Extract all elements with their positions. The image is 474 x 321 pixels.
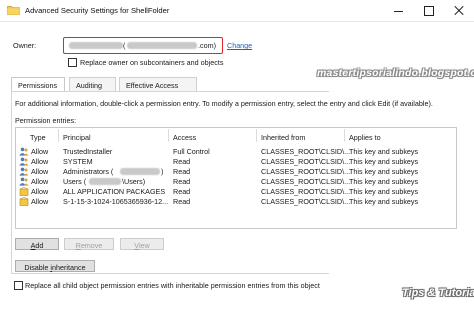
cell-access: Full Control [173,147,210,156]
owner-email-redacted [127,42,197,49]
cell-principal: TrustedInstaller [63,147,113,156]
column-separator[interactable] [168,129,169,142]
users-icon [19,147,29,156]
owner-label: Owner: [13,41,37,50]
tab-auditing[interactable]: Auditing [69,77,116,91]
cell-access: Read [173,197,191,206]
cell-inherited-from: CLASSES_ROOT\CLSID\... [261,187,351,196]
cell-inherited-from: CLASSES_ROOT\CLSID\... [261,197,351,206]
tab-effective-access[interactable]: Effective Access [119,77,197,91]
watermark-tips-tutorial: Tips & Tutorial [402,287,474,299]
cell-inherited-from: CLASSES_ROOT\CLSID\... [261,167,351,176]
cell-principal-suffix: \Users) [122,177,146,186]
cell-type: Allow [31,157,49,166]
package-icon [19,187,29,196]
permission-entries-label: Permission entries: [15,116,77,125]
close-button[interactable] [444,0,474,22]
cell-access: Read [173,177,191,186]
cell-inherited-from: CLASSES_ROOT\CLSID\... [261,177,351,186]
table-row[interactable]: Allow SYSTEM Read CLASSES_ROOT\CLSID\...… [17,157,455,167]
owner-name-redacted [69,42,123,49]
disable-inheritance-button[interactable]: Disable inheritance [15,260,95,272]
cell-type: Allow [31,197,49,206]
cell-applies-to: This key and subkeys [349,177,419,186]
cell-applies-to: This key and subkeys [349,167,419,176]
cell-access: Read [173,187,191,196]
cell-inherited-from: CLASSES_ROOT\CLSID\... [261,157,351,166]
cell-applies-to: This key and subkeys [349,197,419,206]
remove-label: emove [80,241,103,250]
cell-applies-to: This key and subkeys [349,147,419,156]
table-row[interactable]: Allow Administrators ( ) Read CLASSES_RO… [17,167,455,177]
disable-label-pre: Disable [24,263,51,272]
permission-entries-table[interactable]: Type Principal Access Inherited from App… [15,127,457,229]
cell-access: Read [173,157,191,166]
watermark-text: mastertipsorialindo.blogspot.com [317,67,474,79]
disable-label-rest: nheritance [52,263,86,272]
users-icon [19,167,29,176]
cell-principal: Users ( [63,177,87,186]
column-header-principal[interactable]: Principal [63,133,91,143]
package-icon [19,197,29,206]
replace-child-permissions-label: Replace all child object permission entr… [25,281,320,290]
table-row[interactable]: Allow ALL APPLICATION PACKAGES Read CLAS… [17,187,455,197]
cell-principal-suffix: ) [161,167,164,176]
cell-principal: Administrators ( [63,167,114,176]
cell-type: Allow [31,187,49,196]
column-header-type[interactable]: Type [30,133,46,143]
users-icon [19,177,29,186]
column-header-applies-to[interactable]: Applies to [349,133,381,143]
column-header-access[interactable]: Access [173,133,196,143]
cell-applies-to: This key and subkeys [349,187,419,196]
view-button[interactable]: View [120,238,164,250]
cell-principal: S-1-15-3-1024-1065365936-12... [63,197,169,206]
add-label: dd [35,241,44,250]
tab-permissions[interactable]: Permissions [11,77,65,92]
column-separator[interactable] [58,129,59,142]
owner-domain: .com) [198,41,216,50]
cell-access: Read [173,167,191,176]
cell-type: Allow [31,147,49,156]
column-separator[interactable] [256,129,257,142]
column-header-inherited-from[interactable]: Inherited from [261,133,305,143]
remove-button[interactable]: Remove [64,238,114,250]
cell-principal: SYSTEM [63,157,93,166]
table-row[interactable]: Allow Users ( \Users) Read CLASSES_ROOT\… [17,177,455,187]
info-text: For additional information, double-click… [15,99,433,108]
users-icon [19,157,29,166]
title-bar: Advanced Security Settings for ShellFold… [0,0,474,22]
cell-type: Allow [31,177,49,186]
owner-paren: ( [123,41,126,50]
cell-applies-to: This key and subkeys [349,157,419,166]
cell-principal: ALL APPLICATION PACKAGES [63,187,166,196]
replace-child-permissions-checkbox[interactable] [14,281,23,290]
principal-redacted [120,168,160,175]
minimize-button[interactable] [384,0,414,22]
table-row[interactable]: Allow TrustedInstaller Full Control CLAS… [17,147,455,157]
principal-redacted [89,178,121,185]
window-title: Advanced Security Settings for ShellFold… [25,6,170,15]
replace-owner-checkbox[interactable] [68,58,77,67]
add-button[interactable]: Add [15,238,59,250]
folder-icon [7,6,20,15]
view-label: iew [138,241,150,250]
column-separator[interactable] [344,129,345,142]
cell-type: Allow [31,167,49,176]
table-row[interactable]: Allow S-1-15-3-1024-1065365936-12... Rea… [17,197,455,207]
replace-owner-label: Replace owner on subcontainers and objec… [80,58,224,67]
maximize-button[interactable] [414,0,444,22]
cell-inherited-from: CLASSES_ROOT\CLSID\... [261,147,351,156]
change-owner-link[interactable]: Change [227,41,252,50]
